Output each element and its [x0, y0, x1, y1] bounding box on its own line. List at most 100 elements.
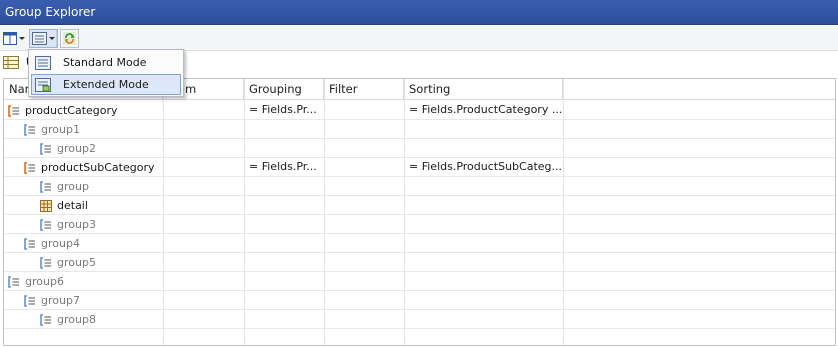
row-name-cell: group2 [40, 139, 163, 158]
table-row[interactable]: group3 [4, 215, 835, 234]
row-sorting-cell [404, 291, 563, 310]
table-row[interactable]: productSubCategory = Fields.Pr... = Fields… [4, 158, 835, 177]
group-icon [40, 256, 51, 269]
row-filter-cell [324, 253, 404, 272]
row-filter-cell [324, 291, 404, 310]
mode-dropdown-menu: Standard Mode Extended Mode [28, 49, 184, 97]
row-name-label: group3 [57, 217, 96, 231]
refresh-button[interactable] [60, 29, 79, 48]
row-name-cell: group [40, 177, 163, 196]
row-name-label: productSubCategory [41, 160, 155, 174]
group-icon [24, 294, 35, 307]
group-icon [40, 142, 51, 155]
row-filter-cell [324, 120, 404, 139]
menu-item-label: Standard Mode [63, 56, 147, 69]
row-grouping-cell [244, 291, 324, 310]
group-icon [24, 161, 35, 174]
row-name-label: detail [57, 198, 88, 212]
row-grouping-cell: = Fields.Pr... [249, 103, 317, 116]
row-grouping-cell [244, 215, 324, 234]
view-layout-button[interactable] [3, 29, 25, 48]
row-sorting-cell: = Fields.ProductCategory ... [409, 103, 563, 116]
table-row[interactable]: group2 [4, 139, 835, 158]
row-name-cell: productCategory [8, 101, 163, 120]
group-icon [40, 218, 51, 231]
group-icon [8, 275, 19, 288]
row-grouping-cell [244, 253, 324, 272]
row-name-label: group7 [41, 293, 80, 307]
column-header-sorting[interactable]: Sorting [404, 79, 563, 100]
row-filter-cell [324, 272, 404, 291]
row-filter-cell [324, 139, 404, 158]
row-name-cell: group4 [24, 234, 163, 253]
extended-mode-icon [35, 77, 51, 92]
row-name-label: group [57, 179, 89, 193]
refresh-icon [63, 32, 76, 45]
window-title-bar: Group Explorer [0, 0, 838, 25]
row-sorting-cell [404, 139, 563, 158]
column-header-filter[interactable]: Filter [324, 79, 404, 100]
detail-icon [40, 199, 52, 212]
table-row[interactable]: group [4, 177, 835, 196]
row-grouping-cell [244, 177, 324, 196]
table-row[interactable]: detail [4, 196, 835, 215]
group-icon [24, 237, 35, 250]
table-row[interactable]: group7 [4, 291, 835, 310]
window-title: Group Explorer [5, 5, 96, 19]
row-sorting-cell [404, 272, 563, 291]
row-name-label: group8 [57, 312, 96, 326]
menu-item-extended-mode[interactable]: Extended Mode [31, 74, 181, 95]
row-name-cell: group7 [24, 291, 163, 310]
table-row[interactable]: group4 [4, 234, 835, 253]
row-grouping-cell [244, 120, 324, 139]
row-name-label: group2 [57, 141, 96, 155]
row-grouping-cell [244, 234, 324, 253]
row-name-cell: group1 [24, 120, 163, 139]
table-row[interactable]: group1 [4, 120, 835, 139]
group-icon [40, 313, 51, 326]
mode-dropdown-button[interactable] [29, 29, 58, 48]
row-filter-cell [324, 177, 404, 196]
row-name-label: group1 [41, 122, 80, 136]
column-header-grouping[interactable]: Grouping [244, 79, 324, 100]
row-name-cell: productSubCategory [24, 158, 163, 177]
group-icon [40, 180, 51, 193]
row-name-cell: group8 [40, 310, 163, 329]
panels-icon [3, 32, 17, 45]
row-filter-cell [324, 234, 404, 253]
grid-mode-icon [32, 32, 47, 45]
row-name-label: group6 [25, 274, 64, 288]
row-name-cell: group6 [8, 272, 163, 291]
group-icon [8, 104, 19, 117]
menu-item-label: Extended Mode [63, 78, 149, 91]
standard-mode-icon [35, 55, 51, 70]
row-filter-cell [324, 101, 404, 120]
row-filter-cell [324, 310, 404, 329]
row-grouping-cell [244, 272, 324, 291]
row-sorting-cell [404, 253, 563, 272]
row-grouping-cell [244, 139, 324, 158]
toolbar [0, 26, 838, 51]
group-grid: Nam m Grouping Filter Sorting productCat… [3, 78, 836, 346]
row-filter-cell [324, 158, 404, 177]
chevron-down-icon [19, 37, 25, 40]
row-grouping-cell: = Fields.Pr... [249, 160, 317, 173]
table-row[interactable]: productCategory = Fields.Pr... = Fields.Pr… [4, 101, 835, 120]
toolbar-separator [56, 30, 57, 47]
table-row[interactable]: group8 [4, 310, 835, 329]
row-name-cell: group5 [40, 253, 163, 272]
row-sorting-cell: = Fields.ProductSubCateg... [409, 160, 563, 173]
table-row[interactable]: group5 [4, 253, 835, 272]
row-sorting-cell [404, 310, 563, 329]
menu-item-standard-mode[interactable]: Standard Mode [31, 52, 181, 73]
table-icon [3, 56, 19, 69]
row-sorting-cell [404, 120, 563, 139]
row-filter-cell [324, 215, 404, 234]
chevron-down-icon [49, 37, 55, 40]
row-name-label: productCategory [25, 103, 118, 117]
row-grouping-cell [244, 196, 324, 215]
table-row[interactable]: group6 [4, 272, 835, 291]
row-name-cell: detail [40, 196, 163, 215]
row-sorting-cell [404, 196, 563, 215]
row-sorting-cell [404, 177, 563, 196]
